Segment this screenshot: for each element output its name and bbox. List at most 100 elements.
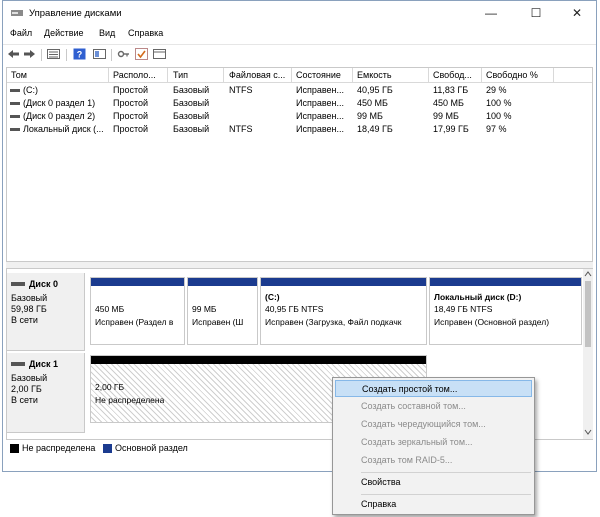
menu-separator bbox=[361, 494, 531, 495]
cell-free: 99 МБ bbox=[433, 111, 459, 121]
cell-volume: (Диск 0 раздел 1) bbox=[23, 98, 96, 108]
column-header-filesystem[interactable]: Файловая с... bbox=[229, 70, 285, 80]
toolbar: ? bbox=[3, 44, 596, 65]
volume-icon bbox=[10, 128, 20, 131]
properties-icon[interactable] bbox=[93, 48, 106, 60]
disk-icon bbox=[11, 362, 25, 366]
cell-free-percent: 100 % bbox=[486, 98, 512, 108]
list-view-icon[interactable] bbox=[47, 48, 60, 60]
column-divider[interactable] bbox=[481, 68, 482, 82]
cell-filesystem: NTFS bbox=[229, 85, 253, 95]
window-title: Управление дисками bbox=[29, 8, 122, 19]
partition-size: 40,95 ГБ NTFS bbox=[265, 304, 324, 314]
menu-item-create-striped-volume[interactable]: Создать чередующийся том... bbox=[335, 416, 532, 433]
partition-name: (C:) bbox=[265, 292, 280, 302]
panel-icon[interactable] bbox=[153, 48, 166, 60]
volume-icon bbox=[10, 89, 20, 92]
toolbar-separator bbox=[111, 49, 112, 61]
disk-1-state: В сети bbox=[11, 395, 38, 405]
menu-separator bbox=[361, 472, 531, 473]
cell-free-percent: 100 % bbox=[486, 111, 512, 121]
column-header-layout[interactable]: Располо... bbox=[113, 70, 156, 80]
partition-status: Исправен (Ш bbox=[192, 317, 244, 327]
table-row[interactable]: (Диск 0 раздел 2) Простой Базовый Исправ… bbox=[7, 110, 592, 123]
cell-status: Исправен... bbox=[296, 111, 345, 121]
menu-item-create-mirrored-volume[interactable]: Создать зеркальный том... bbox=[335, 434, 532, 451]
disk-management-app-icon bbox=[11, 10, 23, 16]
disk-1-label[interactable]: Диск 1 Базовый 2,00 ГБ В сети bbox=[7, 353, 85, 433]
svg-text:?: ? bbox=[77, 50, 83, 60]
help-icon[interactable]: ? bbox=[73, 48, 86, 60]
unallocated-bar bbox=[91, 356, 426, 364]
disk-0-size: 59,98 ГБ bbox=[11, 304, 47, 314]
scrollbar-thumb[interactable] bbox=[585, 281, 591, 347]
primary-partition-bar bbox=[261, 278, 426, 286]
column-header-free[interactable]: Свобод... bbox=[433, 70, 472, 80]
column-header-volume[interactable]: Том bbox=[11, 70, 27, 80]
primary-partition-bar bbox=[91, 278, 184, 286]
partition-disk0-2[interactable]: 99 МБ Исправен (Ш bbox=[187, 277, 258, 345]
cell-capacity: 99 МБ bbox=[357, 111, 383, 121]
menu-view[interactable]: Вид bbox=[99, 28, 115, 38]
disk-icon bbox=[11, 282, 25, 286]
toolbar-separator bbox=[66, 49, 67, 61]
menu-item-create-raid5-volume[interactable]: Создать том RAID-5... bbox=[335, 452, 532, 469]
cell-layout: Простой bbox=[113, 85, 149, 95]
column-divider[interactable] bbox=[167, 68, 168, 82]
cell-status: Исправен... bbox=[296, 124, 345, 134]
table-row[interactable]: (C:) Простой Базовый NTFS Исправен... 40… bbox=[7, 84, 592, 97]
menu-item-create-simple-volume[interactable]: Создать простой том... bbox=[335, 380, 532, 397]
menu-action[interactable]: Действие bbox=[44, 28, 84, 38]
table-row[interactable]: (Диск 0 раздел 1) Простой Базовый Исправ… bbox=[7, 97, 592, 110]
unallocated-status: Не распределена bbox=[95, 395, 165, 405]
cell-type: Базовый bbox=[173, 98, 210, 108]
menu-item-help[interactable]: Справка bbox=[335, 496, 532, 513]
legend-primary-swatch bbox=[103, 444, 112, 453]
menu-file[interactable]: Файл bbox=[10, 28, 32, 38]
partition-disk0-c[interactable]: (C:) 40,95 ГБ NTFS Исправен (Загрузка, Ф… bbox=[260, 277, 427, 345]
disk-0-label[interactable]: Диск 0 Базовый 59,98 ГБ В сети bbox=[7, 273, 85, 351]
menu-item-properties[interactable]: Свойства bbox=[335, 474, 532, 491]
disk-1-size: 2,00 ГБ bbox=[11, 384, 42, 394]
close-button[interactable]: ✕ bbox=[563, 5, 591, 21]
scroll-up-icon[interactable] bbox=[584, 271, 592, 277]
unallocated-size: 2,00 ГБ bbox=[95, 382, 125, 392]
forward-icon[interactable] bbox=[23, 48, 36, 60]
column-divider[interactable] bbox=[223, 68, 224, 82]
partition-status: Исправен (Загрузка, Файл подкачк bbox=[265, 317, 402, 327]
scroll-down-icon[interactable] bbox=[584, 429, 592, 435]
vertical-scrollbar[interactable] bbox=[583, 269, 593, 439]
column-divider[interactable] bbox=[352, 68, 353, 82]
column-header-status[interactable]: Состояние bbox=[296, 70, 341, 80]
column-header-capacity[interactable]: Емкость bbox=[357, 70, 392, 80]
back-icon[interactable] bbox=[7, 48, 20, 60]
cell-type: Базовый bbox=[173, 124, 210, 134]
cell-volume: (C:) bbox=[23, 85, 38, 95]
column-header-free-percent[interactable]: Свободно % bbox=[486, 70, 538, 80]
disk-0-kind: Базовый bbox=[11, 293, 48, 303]
legend-unallocated-swatch bbox=[10, 444, 19, 453]
column-divider[interactable] bbox=[428, 68, 429, 82]
menu-help[interactable]: Справка bbox=[128, 28, 163, 38]
cell-volume: Локальный диск (... bbox=[23, 124, 104, 134]
minimize-button[interactable]: — bbox=[477, 5, 505, 21]
title-bar[interactable]: Управление дисками — ☐ ✕ bbox=[3, 1, 596, 25]
partition-disk0-d[interactable]: Локальный диск (D:) 18,49 ГБ NTFS Исправ… bbox=[429, 277, 582, 345]
column-divider[interactable] bbox=[553, 68, 554, 82]
column-divider[interactable] bbox=[291, 68, 292, 82]
check-icon[interactable] bbox=[135, 48, 148, 60]
toolbar-separator bbox=[41, 49, 42, 61]
volume-list: Том Располо... Тип Файловая с... Состоян… bbox=[6, 67, 593, 262]
column-divider[interactable] bbox=[108, 68, 109, 82]
volume-icon bbox=[10, 102, 20, 105]
cell-status: Исправен... bbox=[296, 98, 345, 108]
disk-0-state: В сети bbox=[11, 315, 38, 325]
partition-disk0-1[interactable]: 450 МБ Исправен (Раздел в bbox=[90, 277, 185, 345]
menu-item-create-spanned-volume[interactable]: Создать составной том... bbox=[335, 398, 532, 415]
column-header-type[interactable]: Тип bbox=[173, 70, 188, 80]
table-row[interactable]: Локальный диск (... Простой Базовый NTFS… bbox=[7, 123, 592, 136]
maximize-button[interactable]: ☐ bbox=[522, 5, 550, 21]
key-icon[interactable] bbox=[117, 48, 130, 60]
menu-bar: Файл Действие Вид Справка bbox=[3, 25, 596, 43]
cell-free-percent: 29 % bbox=[486, 85, 507, 95]
